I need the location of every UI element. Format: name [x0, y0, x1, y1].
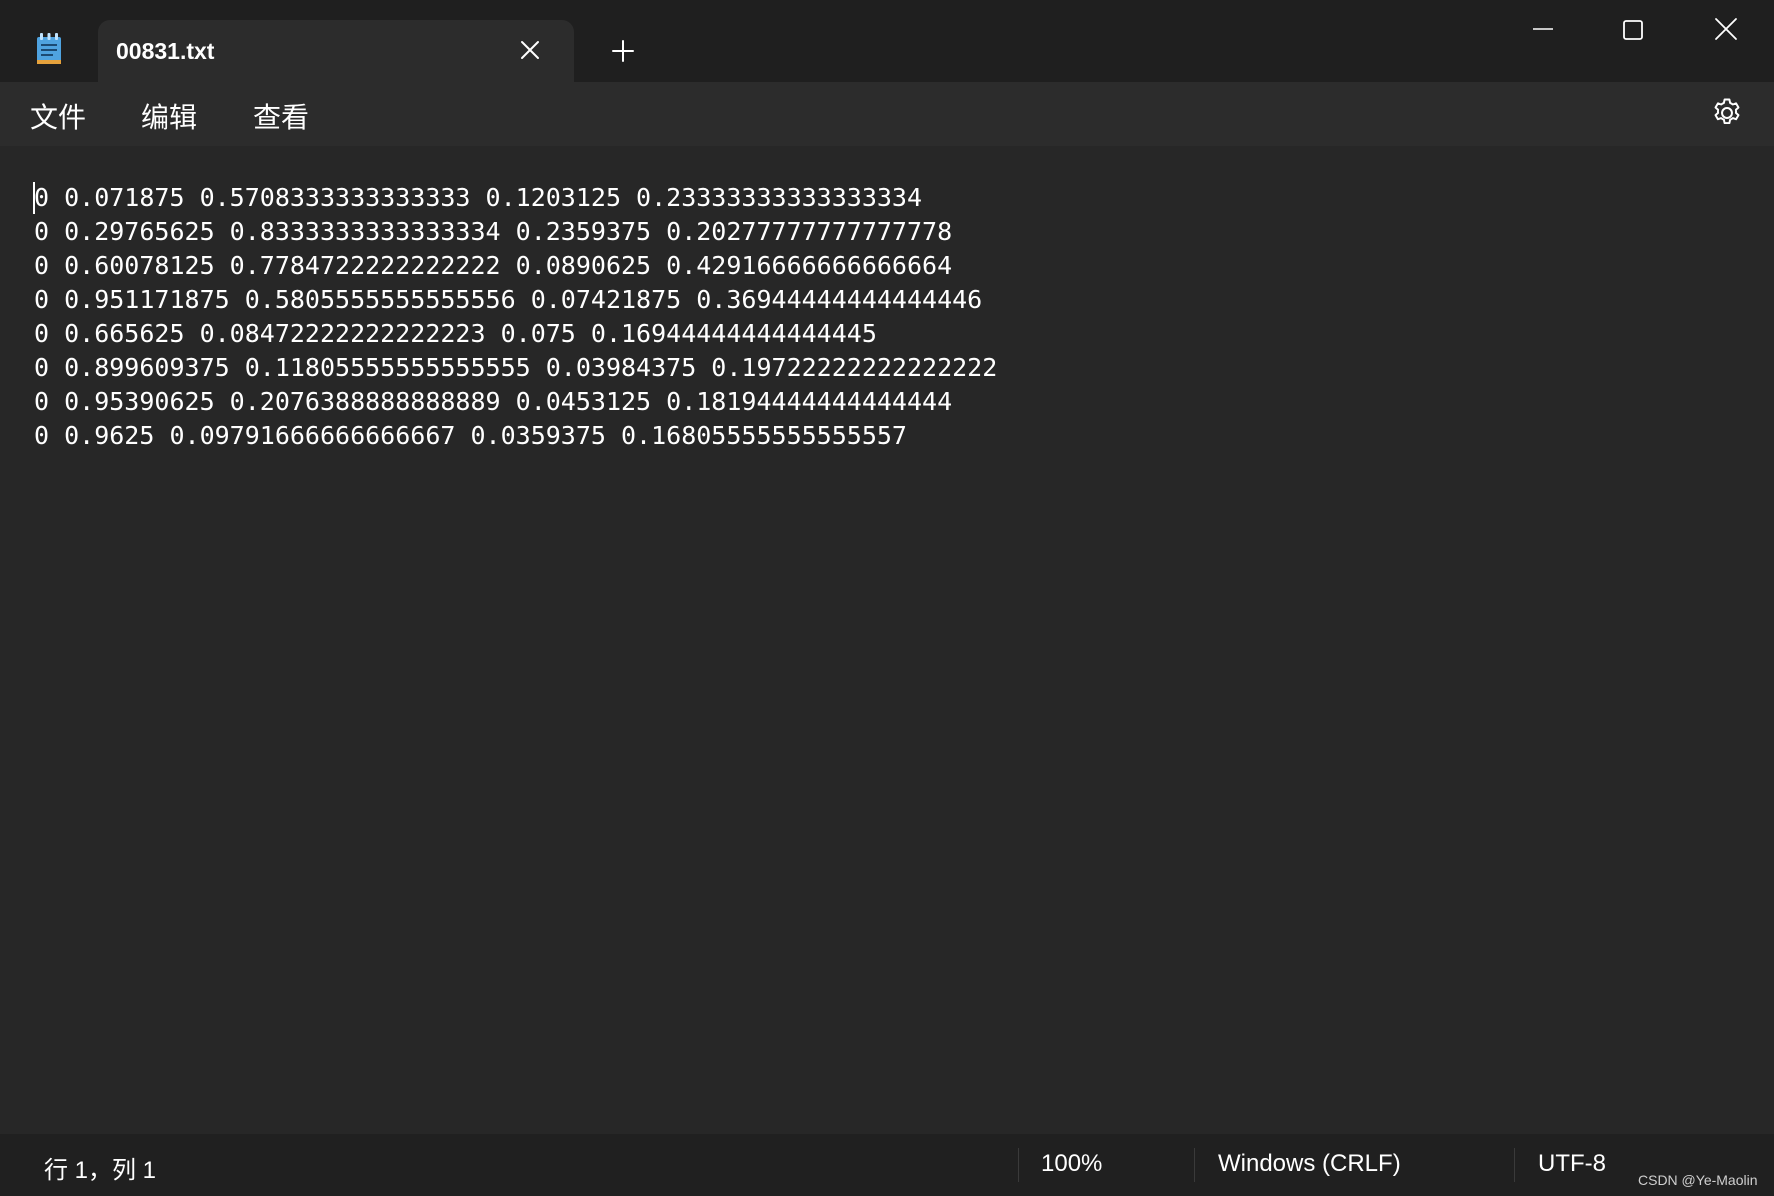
watermark: CSDN @Ye-Maolin [1638, 1172, 1758, 1188]
maximize-icon[interactable] [1615, 14, 1651, 50]
text-line: 0 0.60078125 0.7784722222222222 0.089062… [34, 251, 953, 280]
plus-icon[interactable] [610, 38, 636, 64]
text-line: 0 0.665625 0.08472222222222223 0.075 0.1… [34, 319, 877, 348]
notepad-window: 00831.txt 文件 编辑 查看 0 0.071875 0.57083333… [0, 0, 1774, 1196]
text-line: 0 0.071875 0.5708333333333333 0.1203125 … [34, 183, 923, 212]
text-editor[interactable]: 0 0.071875 0.5708333333333333 0.1203125 … [0, 146, 1774, 1134]
status-divider [1194, 1148, 1195, 1182]
text-line: 0 0.9625 0.09791666666666667 0.0359375 0… [34, 421, 907, 450]
cursor-position: 行 1，列 1 [44, 1157, 157, 1184]
status-divider [1514, 1148, 1515, 1182]
encoding[interactable]: UTF-8 [1538, 1150, 1606, 1178]
menu-edit[interactable]: 编辑 [141, 96, 197, 136]
menu-view[interactable]: 查看 [253, 96, 309, 136]
close-icon[interactable] [518, 38, 542, 62]
window-close-icon[interactable] [1708, 14, 1744, 50]
zoom-level[interactable]: 100% [1041, 1150, 1102, 1178]
menu-file[interactable]: 文件 [30, 96, 86, 136]
tab-active-file[interactable]: 00831.txt [98, 20, 574, 82]
title-bar[interactable]: 00831.txt [0, 0, 1774, 82]
text-content[interactable]: 0 0.071875 0.5708333333333333 0.1203125 … [34, 181, 997, 453]
text-line: 0 0.951171875 0.5805555555555556 0.07421… [34, 285, 983, 314]
status-divider [1018, 1148, 1019, 1182]
text-line: 0 0.95390625 0.2076388888888889 0.045312… [34, 387, 953, 416]
text-line: 0 0.899609375 0.11805555555555555 0.0398… [34, 353, 998, 382]
minimize-icon[interactable] [1525, 14, 1561, 50]
notepad-icon [37, 33, 61, 64]
status-bar: 行 1，列 1 100% Windows (CRLF) UTF-8 CSDN @… [0, 1134, 1774, 1196]
tab-title: 00831.txt [116, 38, 215, 64]
text-line: 0 0.29765625 0.8333333333333334 0.235937… [34, 217, 953, 246]
line-ending[interactable]: Windows (CRLF) [1218, 1150, 1401, 1178]
menu-bar: 文件 编辑 查看 [0, 82, 1774, 146]
gear-icon[interactable] [1710, 96, 1744, 130]
text-caret [33, 182, 35, 214]
